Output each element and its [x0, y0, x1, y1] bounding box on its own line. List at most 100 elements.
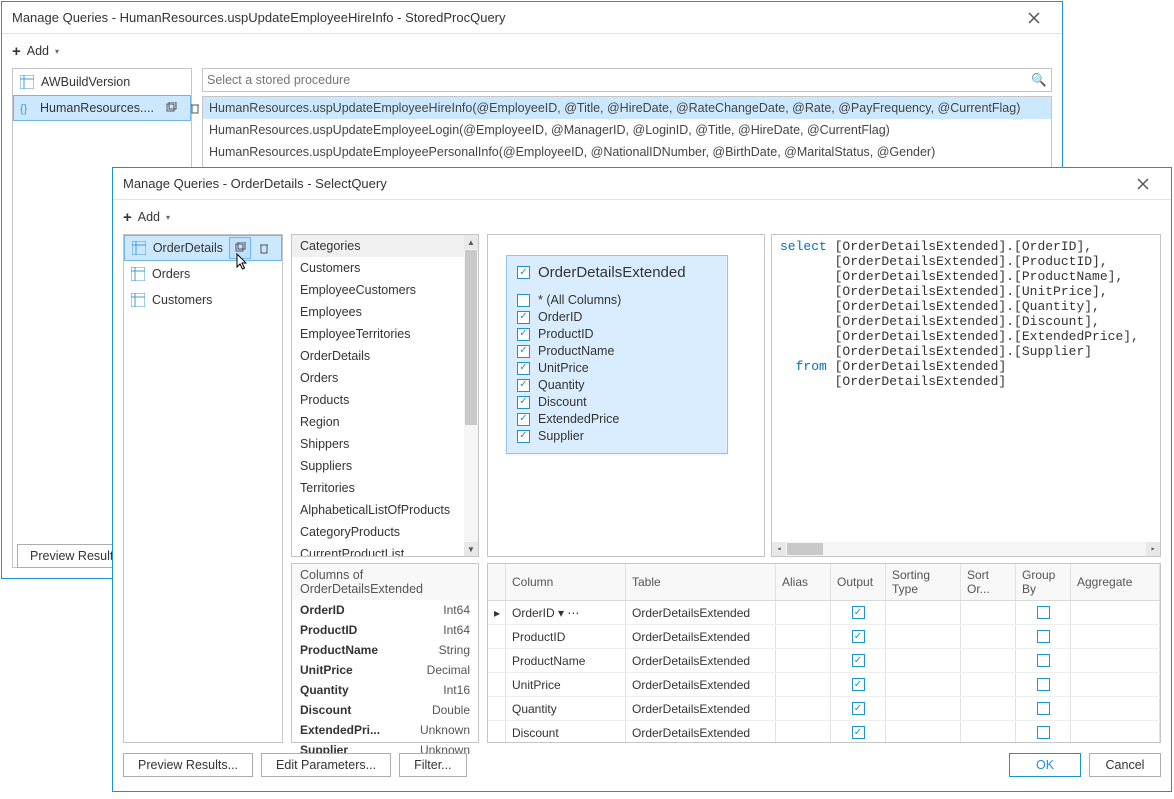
query-item-humanresources[interactable]: {} HumanResources....	[13, 95, 191, 121]
scrollbar[interactable]: ▲ ▼	[464, 235, 478, 556]
checkbox[interactable]	[517, 413, 530, 426]
sp-item[interactable]: HumanResources.uspUpdateEmployeeHireInfo…	[203, 97, 1051, 119]
query-item-customers[interactable]: Customers	[124, 287, 282, 313]
groupby-checkbox[interactable]	[1037, 678, 1050, 691]
grid-cell[interactable]	[1071, 625, 1160, 648]
col-row[interactable]: ProductIDInt64	[292, 620, 478, 640]
grid-cell[interactable]	[1016, 697, 1071, 720]
grid-cell[interactable]: OrderDetailsExtended	[626, 697, 776, 720]
grid-cell[interactable]	[1016, 601, 1071, 624]
grid-cell[interactable]	[776, 625, 831, 648]
grid-cell[interactable]: ProductName	[506, 649, 626, 672]
grid-header-cell[interactable]: Table	[626, 564, 776, 600]
grid-header-cell[interactable]: Aggregate	[1071, 564, 1160, 600]
grid-cell[interactable]	[831, 649, 886, 672]
grid-cell[interactable]	[1071, 673, 1160, 696]
scroll-thumb[interactable]	[465, 250, 477, 425]
h-scrollbar[interactable]: ◂ ▸	[772, 542, 1160, 556]
sp-item[interactable]: HumanResources.uspUpdateEmployeeLogin(@E…	[203, 119, 1051, 141]
grid-cell[interactable]	[1071, 721, 1160, 742]
table-item[interactable]: OrderDetails	[292, 345, 478, 367]
grid-row[interactable]: DiscountOrderDetailsExtended	[488, 721, 1160, 742]
grid-cell[interactable]	[886, 721, 961, 742]
dropdown-icon[interactable]: ▾	[55, 47, 59, 56]
groupby-checkbox[interactable]	[1037, 726, 1050, 739]
grid-cell[interactable]	[961, 673, 1016, 696]
grid-row[interactable]: QuantityOrderDetailsExtended	[488, 697, 1160, 721]
close-button[interactable]	[1125, 172, 1161, 196]
table-box[interactable]: OrderDetailsExtended * (All Columns) Ord…	[506, 255, 728, 454]
output-checkbox[interactable]	[852, 726, 865, 739]
output-checkbox[interactable]	[852, 678, 865, 691]
field-row[interactable]: ExtendedPrice	[517, 412, 717, 426]
all-columns-row[interactable]: * (All Columns)	[517, 293, 717, 307]
output-checkbox[interactable]	[852, 702, 865, 715]
delete-button[interactable]	[253, 237, 275, 259]
grid-cell[interactable]	[1016, 673, 1071, 696]
query-item-awbuildversion[interactable]: AWBuildVersion	[13, 69, 191, 95]
edit-parameters-button[interactable]: Edit Parameters...	[261, 753, 391, 777]
col-row[interactable]: UnitPriceDecimal	[292, 660, 478, 680]
grid-cell[interactable]	[961, 721, 1016, 742]
table-item[interactable]: EmployeeCustomers	[292, 279, 478, 301]
grid-cell[interactable]	[831, 721, 886, 742]
table-item[interactable]: Shippers	[292, 433, 478, 455]
grid-cell[interactable]	[961, 601, 1016, 624]
grid-cell[interactable]: OrderID ▾ ⋯	[506, 601, 626, 624]
groupby-checkbox[interactable]	[1037, 630, 1050, 643]
output-checkbox[interactable]	[852, 654, 865, 667]
field-row[interactable]: UnitPrice	[517, 361, 717, 375]
grid-header-cell[interactable]: Sort Or...	[961, 564, 1016, 600]
add-button[interactable]: Add	[27, 44, 49, 58]
field-row[interactable]: ProductName	[517, 344, 717, 358]
filter-button[interactable]: Filter...	[399, 753, 467, 777]
ok-button[interactable]: OK	[1009, 753, 1081, 777]
checkbox[interactable]	[517, 362, 530, 375]
grid-cell[interactable]	[776, 697, 831, 720]
checkbox[interactable]	[517, 328, 530, 341]
copy-button[interactable]	[229, 237, 251, 259]
field-row[interactable]: Discount	[517, 395, 717, 409]
groupby-checkbox[interactable]	[1037, 654, 1050, 667]
copy-button[interactable]	[160, 97, 182, 119]
table-checkbox[interactable]	[517, 266, 530, 279]
checkbox[interactable]	[517, 430, 530, 443]
sql-preview[interactable]: select [OrderDetailsExtended].[OrderID],…	[771, 234, 1161, 557]
table-item[interactable]: AlphabeticalListOfProducts	[292, 499, 478, 521]
checkbox[interactable]	[517, 345, 530, 358]
col-row[interactable]: OrderIDInt64	[292, 600, 478, 620]
groupby-checkbox[interactable]	[1037, 606, 1050, 619]
table-item[interactable]: Orders	[292, 367, 478, 389]
grid-cell[interactable]	[776, 721, 831, 742]
checkbox[interactable]	[517, 379, 530, 392]
table-item[interactable]: Customers	[292, 257, 478, 279]
grid-cell[interactable]	[776, 649, 831, 672]
scroll-thumb[interactable]	[787, 543, 823, 555]
checkbox[interactable]	[517, 294, 530, 307]
table-item[interactable]: EmployeeTerritories	[292, 323, 478, 345]
add-button[interactable]: Add	[138, 210, 160, 224]
grid-header-cell[interactable]: Output	[831, 564, 886, 600]
grid-row[interactable]: ▸OrderID ▾ ⋯OrderDetailsExtended	[488, 601, 1160, 625]
grid-cell[interactable]	[1016, 721, 1071, 742]
scroll-right-icon[interactable]: ▸	[1146, 542, 1160, 556]
grid-header-cell[interactable]: Sorting Type	[886, 564, 961, 600]
grid-cell[interactable]	[886, 649, 961, 672]
table-item[interactable]: Suppliers	[292, 455, 478, 477]
grid-header-cell[interactable]: Column	[506, 564, 626, 600]
tables-header[interactable]: Categories	[292, 235, 478, 257]
grid-cell[interactable]	[1071, 697, 1160, 720]
grid-cell[interactable]: OrderDetailsExtended	[626, 649, 776, 672]
grid-cell[interactable]: OrderDetailsExtended	[626, 625, 776, 648]
table-box-header[interactable]: OrderDetailsExtended	[507, 256, 727, 289]
checkbox[interactable]	[517, 311, 530, 324]
grid-cell[interactable]	[1016, 649, 1071, 672]
output-checkbox[interactable]	[852, 606, 865, 619]
grid-cell[interactable]	[831, 601, 886, 624]
grid-cell[interactable]	[831, 673, 886, 696]
field-row[interactable]: OrderID	[517, 310, 717, 324]
grid-header-cell[interactable]: Alias	[776, 564, 831, 600]
table-item[interactable]: Region	[292, 411, 478, 433]
grid-cell[interactable]	[961, 649, 1016, 672]
scroll-up-icon[interactable]: ▲	[464, 235, 478, 249]
